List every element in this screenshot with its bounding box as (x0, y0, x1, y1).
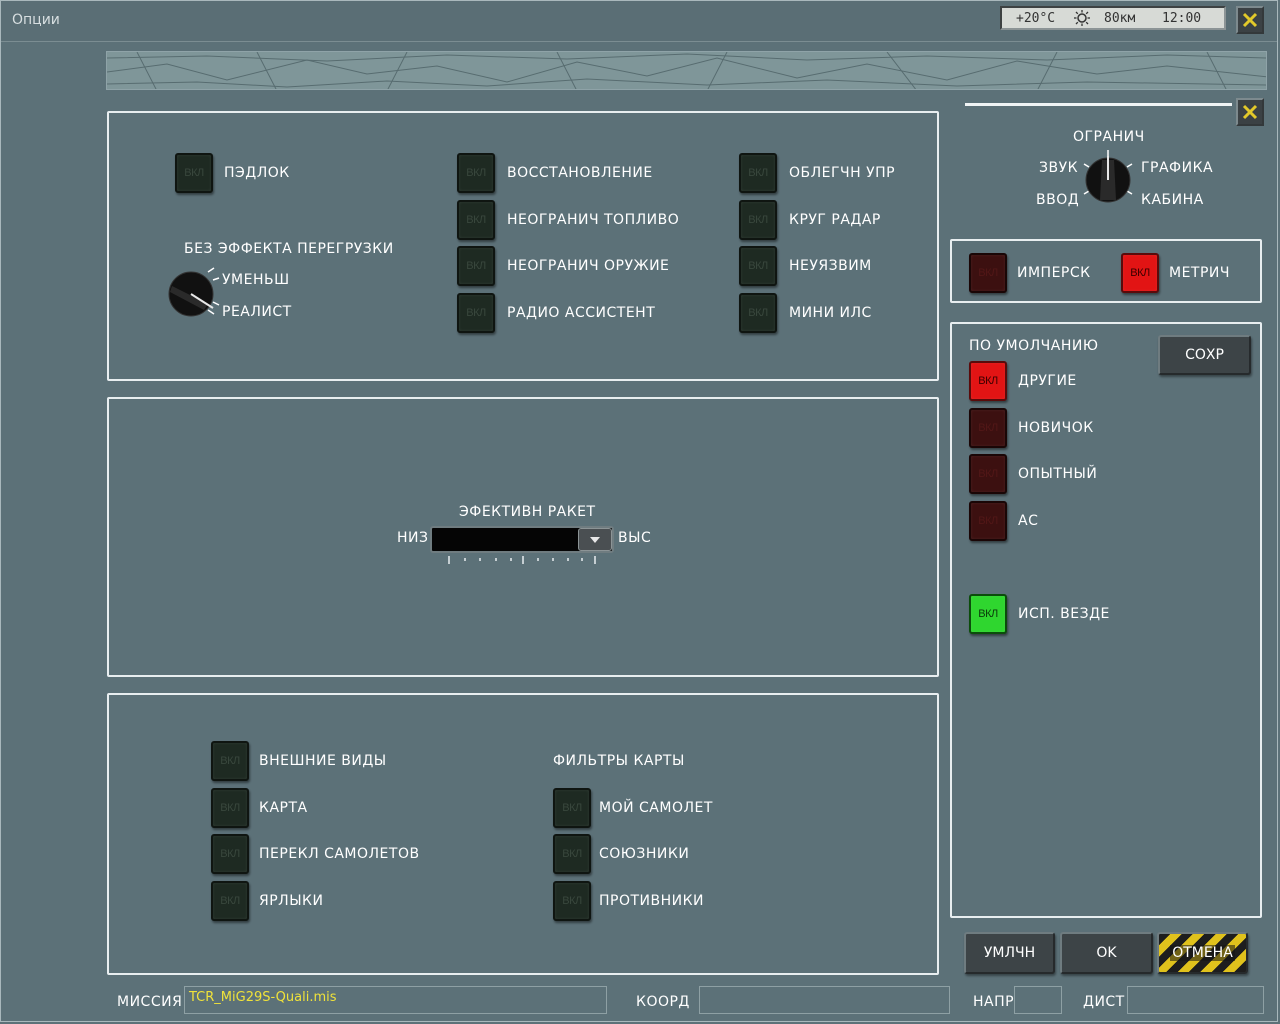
missile-low-label: НИЗ (397, 530, 429, 546)
preset-experienced-switch[interactable]: ВКЛ (969, 454, 1007, 494)
external-views-switch[interactable]: ВКЛ (211, 741, 249, 781)
my-aircraft-switch[interactable]: ВКЛ (553, 788, 591, 828)
default-button[interactable]: УМЛЧН (964, 932, 1055, 974)
recovery-label: ВОССТАНОВЛЕНИЕ (507, 165, 653, 181)
metric-switch[interactable]: ВКЛ (1121, 253, 1159, 293)
imperial-switch[interactable]: ВКЛ (969, 253, 1007, 293)
preset-novice-switch[interactable]: ВКЛ (969, 408, 1007, 448)
slider-ticks (448, 556, 596, 564)
allies-switch[interactable]: ВКЛ (553, 834, 591, 874)
padlock-label: ПЭДЛОК (224, 165, 290, 181)
close-category-button[interactable] (1236, 98, 1264, 126)
coord-label: КООРД (636, 994, 690, 1010)
labels-label: ЯРЛЫКИ (259, 893, 324, 909)
preset-ace-label: АС (1018, 513, 1039, 529)
window-title: Опции (12, 12, 60, 28)
invulnerable-label: НЕУЯЗВИМ (789, 258, 872, 274)
weather-visibility: 80км (1104, 11, 1136, 26)
preset-experienced-label: ОПЫТНЫЙ (1018, 466, 1098, 482)
easy-controls-switch[interactable]: ВКЛ (739, 153, 777, 193)
category-sound-label: ЗВУК (1039, 160, 1079, 176)
category-input-label: ВВОД (1036, 192, 1080, 208)
radio-assistant-label: РАДИО АССИСТЕНТ (507, 305, 656, 321)
easy-controls-label: ОБЛЕГЧН УПР (789, 165, 896, 181)
unlimited-fuel-label: НЕОГРАНИЧ ТОПЛИВО (507, 212, 680, 228)
weather-time: 12:00 (1162, 11, 1202, 26)
close-window-button[interactable] (1236, 6, 1264, 34)
unlimited-weapons-switch[interactable]: ВКЛ (457, 246, 495, 286)
close-icon (1242, 104, 1258, 120)
map-label: КАРТА (259, 800, 308, 816)
distance-field (1127, 986, 1264, 1014)
unlimited-weapons-label: НЕОГРАНИЧ ОРУЖИЕ (507, 258, 670, 274)
aircraft-switching-switch[interactable]: ВКЛ (211, 834, 249, 874)
g-effects-knob[interactable] (160, 264, 224, 322)
map-strip (106, 51, 1267, 90)
presets-title: ПО УМОЛЧАНИЮ (969, 338, 1099, 354)
mission-value: TCR_MiG29S-Quali.mis (189, 990, 337, 1005)
radar-circle-switch[interactable]: ВКЛ (739, 200, 777, 240)
weather-readout: +20°C 80км 12:00 (1000, 6, 1226, 30)
padlock-switch[interactable]: ВКЛ (175, 153, 213, 193)
heading-field (1014, 986, 1062, 1014)
g-effects-option-realistic: РЕАЛИСТ (222, 304, 292, 320)
category-divider (965, 103, 1232, 106)
category-cockpit-label: КАБИНА (1141, 192, 1204, 208)
use-everywhere-label: ИСП. ВЕЗДЕ (1018, 606, 1110, 622)
cancel-button-label: ОТМЕНА (1170, 945, 1235, 961)
unlimited-fuel-switch[interactable]: ВКЛ (457, 200, 495, 240)
external-views-label: ВНЕШНИЕ ВИДЫ (259, 753, 387, 769)
aircraft-switching-label: ПЕРЕКЛ САМОЛЕТОВ (259, 846, 420, 862)
g-effects-title: БЕЗ ЭФФЕКТА ПЕРЕГРУЗКИ (184, 241, 394, 257)
map-filters-title: ФИЛЬТРЫ КАРТЫ (553, 753, 685, 769)
distance-label: ДИСТ (1083, 994, 1125, 1010)
radar-circle-label: КРУГ РАДАР (789, 212, 881, 228)
coord-field (699, 986, 950, 1014)
preset-novice-label: НОВИЧОК (1018, 420, 1094, 436)
preset-other-label: ДРУГИЕ (1018, 373, 1077, 389)
sun-icon (1074, 10, 1090, 26)
close-icon (1242, 12, 1258, 28)
enemies-label: ПРОТИВНИКИ (599, 893, 705, 909)
chevron-down-icon (590, 536, 600, 543)
recovery-switch[interactable]: ВКЛ (457, 153, 495, 193)
save-button[interactable]: СОХР (1158, 335, 1251, 375)
mini-ils-switch[interactable]: ВКЛ (739, 293, 777, 333)
mini-ils-label: МИНИ ИЛС (789, 305, 872, 321)
missile-slider-thumb[interactable] (578, 528, 612, 551)
category-graphics-label: ГРАФИКА (1141, 160, 1214, 176)
cancel-button[interactable]: ОТМЕНА (1157, 932, 1248, 974)
preset-other-switch[interactable]: ВКЛ (969, 361, 1007, 401)
mission-label: МИССИЯ (117, 994, 183, 1010)
metric-label: МЕТРИЧ (1169, 265, 1230, 281)
invulnerable-switch[interactable]: ВКЛ (739, 246, 777, 286)
use-everywhere-switch[interactable]: ВКЛ (969, 594, 1007, 634)
missile-effect-title: ЭФЕКТИВН РАКЕТ (459, 504, 596, 520)
mission-field: TCR_MiG29S-Quali.mis (184, 986, 607, 1014)
my-aircraft-label: МОЙ САМОЛЕТ (599, 800, 713, 816)
map-switch[interactable]: ВКЛ (211, 788, 249, 828)
category-knob[interactable] (1076, 148, 1140, 212)
preset-ace-switch[interactable]: ВКЛ (969, 501, 1007, 541)
ok-button[interactable]: OK (1060, 932, 1153, 974)
labels-switch[interactable]: ВКЛ (211, 881, 249, 921)
heading-label: НАПР (973, 994, 1015, 1010)
allies-label: СОЮЗНИКИ (599, 846, 690, 862)
map-texture (107, 52, 1266, 89)
enemies-switch[interactable]: ВКЛ (553, 881, 591, 921)
category-limits-label: ОГРАНИЧ (1073, 129, 1145, 145)
imperial-label: ИМПЕРСК (1017, 265, 1091, 281)
g-effects-option-reduced: УМЕНЬШ (222, 272, 290, 288)
weather-temp: +20°C (1016, 11, 1056, 26)
radio-assistant-switch[interactable]: ВКЛ (457, 293, 495, 333)
missile-high-label: ВЫС (618, 530, 652, 546)
